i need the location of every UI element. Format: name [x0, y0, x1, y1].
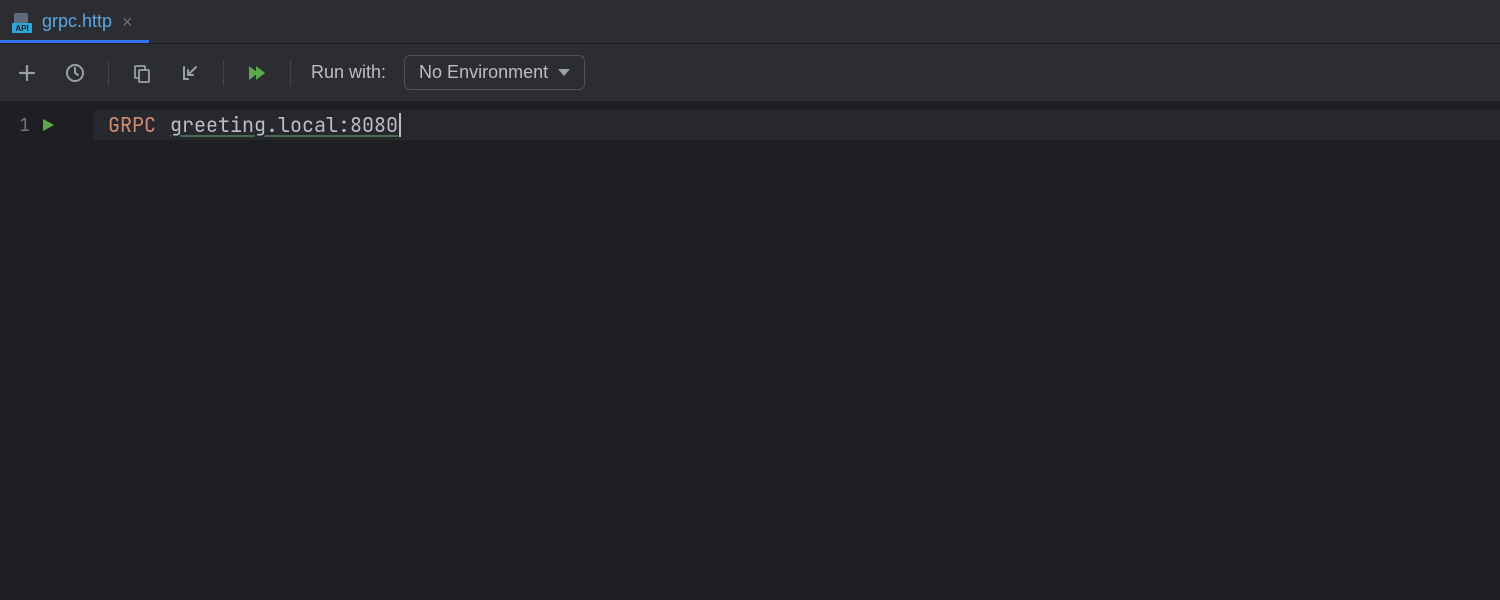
separator [223, 60, 224, 86]
copy-button[interactable] [127, 58, 157, 88]
editor-toolbar: Run with: No Environment [0, 44, 1500, 102]
active-tab-underline [0, 40, 149, 43]
environment-value: No Environment [419, 62, 548, 83]
grpc-keyword: GRPC [108, 112, 156, 138]
tab-bar: API grpc.http × [0, 0, 1500, 44]
file-tab[interactable]: API grpc.http × [0, 0, 149, 43]
code-editor[interactable]: 1 GRPC greeting.local:8080 [0, 102, 1500, 600]
history-button[interactable] [60, 58, 90, 88]
run-with-label: Run with: [311, 62, 386, 83]
import-button[interactable] [175, 58, 205, 88]
code-line[interactable]: GRPC greeting.local:8080 [94, 110, 1500, 140]
chevron-down-icon [558, 69, 570, 76]
gutter: 1 [0, 102, 78, 600]
tab-filename: grpc.http [42, 11, 112, 32]
text-caret [399, 113, 401, 137]
separator [290, 60, 291, 86]
marker-strip [84, 102, 94, 600]
add-request-button[interactable] [12, 58, 42, 88]
environment-dropdown[interactable]: No Environment [404, 55, 585, 90]
line-number: 1 [10, 114, 30, 137]
close-icon[interactable]: × [120, 13, 135, 31]
code-area[interactable]: GRPC greeting.local:8080 [94, 102, 1500, 600]
gutter-row: 1 [0, 110, 78, 140]
api-file-icon: API [12, 11, 34, 33]
run-all-button[interactable] [242, 58, 272, 88]
svg-text:API: API [15, 24, 28, 33]
run-line-icon[interactable] [40, 117, 56, 133]
endpoint-url: greeting.local:8080 [170, 112, 398, 138]
separator [108, 60, 109, 86]
